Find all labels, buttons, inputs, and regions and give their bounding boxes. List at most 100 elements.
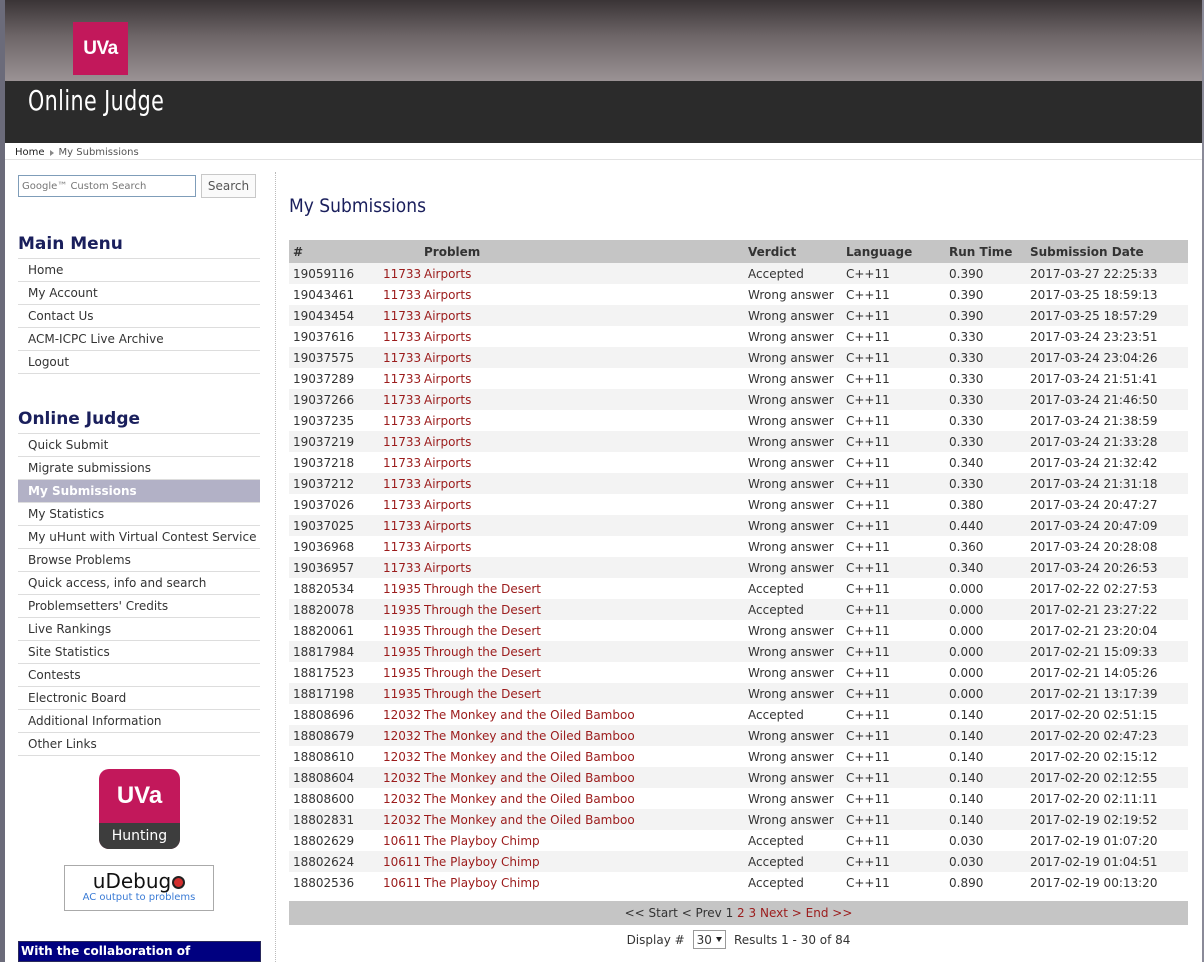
language: C++11 — [842, 326, 945, 347]
problem-id-link[interactable]: 12032 — [383, 813, 424, 827]
uva-logo[interactable]: UVa — [73, 22, 128, 75]
problem-title-link[interactable]: The Playboy Chimp — [424, 876, 540, 890]
problem-title-link[interactable]: Through the Desert — [424, 666, 541, 680]
problem-id-link[interactable]: 11935 — [383, 666, 424, 680]
search-button[interactable]: Search — [201, 174, 256, 198]
judge-menu-item-problemsetters-credits[interactable]: Problemsetters' Credits — [18, 595, 260, 618]
judge-menu-item-additional-information[interactable]: Additional Information — [18, 710, 260, 733]
main-menu-item-my-account[interactable]: My Account — [18, 282, 260, 305]
problem-title-link[interactable]: Airports — [424, 456, 471, 470]
problem-title-link[interactable]: Airports — [424, 435, 471, 449]
judge-menu-item-contests[interactable]: Contests — [18, 664, 260, 687]
problem-title-link[interactable]: The Playboy Chimp — [424, 855, 540, 869]
judge-menu-item-other-links[interactable]: Other Links — [18, 733, 260, 756]
pager-next[interactable]: Next > — [760, 906, 802, 920]
problem-id-link[interactable]: 11935 — [383, 645, 424, 659]
judge-menu-item-site-statistics[interactable]: Site Statistics — [18, 641, 260, 664]
problem-id-link[interactable]: 11733 — [383, 351, 424, 365]
judge-menu-item-quick-submit[interactable]: Quick Submit — [18, 434, 260, 457]
problem-title-link[interactable]: Airports — [424, 372, 471, 386]
pager-prev[interactable]: < Prev — [682, 906, 722, 920]
problem-id-link[interactable]: 11733 — [383, 414, 424, 428]
problem-title-link[interactable]: The Monkey and the Oiled Bamboo — [424, 708, 635, 722]
problem-id-link[interactable]: 12032 — [383, 750, 424, 764]
problem-id-link[interactable]: 11733 — [383, 372, 424, 386]
problem-id-link[interactable]: 12032 — [383, 729, 424, 743]
judge-menu-item-browse-problems[interactable]: Browse Problems — [18, 549, 260, 572]
udebug-subtitle: AC output to problems — [82, 892, 196, 903]
problem-title-link[interactable]: Airports — [424, 498, 471, 512]
udebug-banner[interactable]: uDebug AC output to problems — [64, 865, 214, 911]
problem-id-link[interactable]: 11733 — [383, 477, 424, 491]
verdict: Wrong answer — [744, 284, 842, 305]
problem-id-link[interactable]: 11733 — [383, 288, 424, 302]
problem-title-link[interactable]: Airports — [424, 561, 471, 575]
column-header-submission-date: Submission Date — [1026, 240, 1188, 263]
problem-title-link[interactable]: Airports — [424, 540, 471, 554]
pager-page-3[interactable]: 3 — [749, 906, 757, 920]
judge-menu-item-electronic-board[interactable]: Electronic Board — [18, 687, 260, 710]
problem-title-link[interactable]: Through the Desert — [424, 645, 541, 659]
submission-id: 19037266 — [289, 389, 379, 410]
main-menu-item-home[interactable]: Home — [18, 259, 260, 282]
search-input[interactable] — [18, 175, 196, 197]
problem-id-link[interactable]: 11733 — [383, 456, 424, 470]
problem-id-link[interactable]: 12032 — [383, 792, 424, 806]
problem-id-link[interactable]: 11935 — [383, 603, 424, 617]
problem-title-link[interactable]: Airports — [424, 309, 471, 323]
problem-title-link[interactable]: Airports — [424, 267, 471, 281]
main-menu-item-logout[interactable]: Logout — [18, 351, 260, 374]
problem-id-link[interactable]: 11733 — [383, 267, 424, 281]
problem-id-link[interactable]: 11733 — [383, 309, 424, 323]
problem-title-link[interactable]: Airports — [424, 330, 471, 344]
judge-menu-item-quick-access-info-and-search[interactable]: Quick access, info and search — [18, 572, 260, 595]
problem-id-link[interactable]: 10611 — [383, 834, 424, 848]
problem-id-link[interactable]: 11935 — [383, 582, 424, 596]
problem-id-link[interactable]: 11733 — [383, 540, 424, 554]
problem-id-link[interactable]: 11733 — [383, 393, 424, 407]
submission-date: 2017-02-21 23:20:04 — [1026, 620, 1188, 641]
problem-id-link[interactable]: 11733 — [383, 330, 424, 344]
problem-id-link[interactable]: 10611 — [383, 876, 424, 890]
judge-menu-item-live-rankings[interactable]: Live Rankings — [18, 618, 260, 641]
problem-id-link[interactable]: 11733 — [383, 561, 424, 575]
problem-id-link[interactable]: 12032 — [383, 708, 424, 722]
problem-title-link[interactable]: Airports — [424, 288, 471, 302]
judge-menu-item-my-uhunt-with-virtual-contest-service[interactable]: My uHunt with Virtual Contest Service — [18, 526, 260, 549]
judge-menu-item-my-statistics[interactable]: My Statistics — [18, 503, 260, 526]
uva-hunting-badge[interactable]: UVa Hunting — [99, 769, 180, 849]
problem-title-link[interactable]: Airports — [424, 414, 471, 428]
problem-title-link[interactable]: Airports — [424, 477, 471, 491]
problem-id-link[interactable]: 10611 — [383, 855, 424, 869]
problem-title-link[interactable]: Airports — [424, 393, 471, 407]
breadcrumb-home-link[interactable]: Home — [15, 147, 45, 158]
problem-id-link[interactable]: 11935 — [383, 687, 424, 701]
problem-title-link[interactable]: The Monkey and the Oiled Bamboo — [424, 750, 635, 764]
pager-end[interactable]: End >> — [806, 906, 853, 920]
main-menu-item-acm-icpc-live-archive[interactable]: ACM-ICPC Live Archive — [18, 328, 260, 351]
problem-title-link[interactable]: Through the Desert — [424, 582, 541, 596]
problem-title-link[interactable]: Airports — [424, 351, 471, 365]
problem-id-link[interactable]: 11733 — [383, 498, 424, 512]
problem-title-link[interactable]: Through the Desert — [424, 624, 541, 638]
judge-menu-item-my-submissions[interactable]: My Submissions — [18, 480, 260, 503]
problem-id-link[interactable]: 11935 — [383, 624, 424, 638]
problem-id-link[interactable]: 11733 — [383, 435, 424, 449]
submission-id: 19036968 — [289, 536, 379, 557]
problem-title-link[interactable]: The Monkey and the Oiled Bamboo — [424, 729, 635, 743]
problem-title-link[interactable]: The Monkey and the Oiled Bamboo — [424, 792, 635, 806]
problem-title-link[interactable]: Through the Desert — [424, 603, 541, 617]
main-menu-item-contact-us[interactable]: Contact Us — [18, 305, 260, 328]
problem-title-link[interactable]: Through the Desert — [424, 687, 541, 701]
problem-title-link[interactable]: The Playboy Chimp — [424, 834, 540, 848]
problem-id-link[interactable]: 12032 — [383, 771, 424, 785]
column-header-id: # — [289, 240, 379, 263]
problem-id-link[interactable]: 11733 — [383, 519, 424, 533]
problem-title-link[interactable]: Airports — [424, 519, 471, 533]
pager-start[interactable]: << Start — [625, 906, 678, 920]
pager-page-2[interactable]: 2 — [737, 906, 745, 920]
display-count-select[interactable]: 30 — [692, 930, 726, 949]
judge-menu-item-migrate-submissions[interactable]: Migrate submissions — [18, 457, 260, 480]
problem-title-link[interactable]: The Monkey and the Oiled Bamboo — [424, 771, 635, 785]
problem-title-link[interactable]: The Monkey and the Oiled Bamboo — [424, 813, 635, 827]
